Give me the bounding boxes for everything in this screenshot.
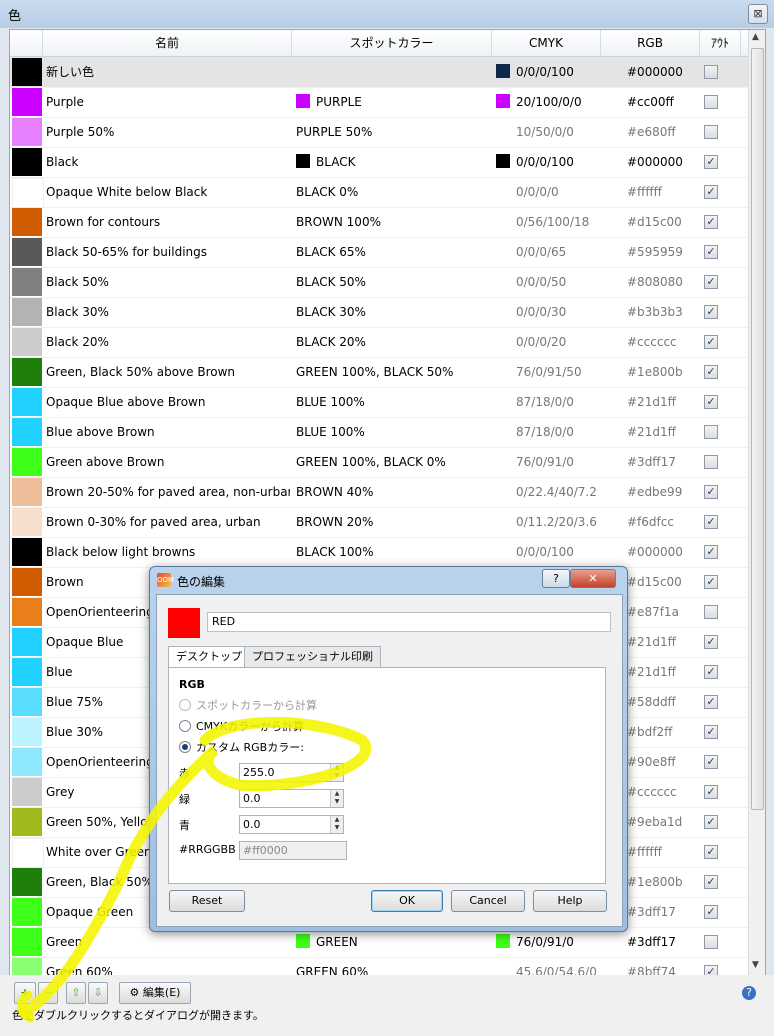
yellow-annotation-scribble <box>17 716 372 1023</box>
